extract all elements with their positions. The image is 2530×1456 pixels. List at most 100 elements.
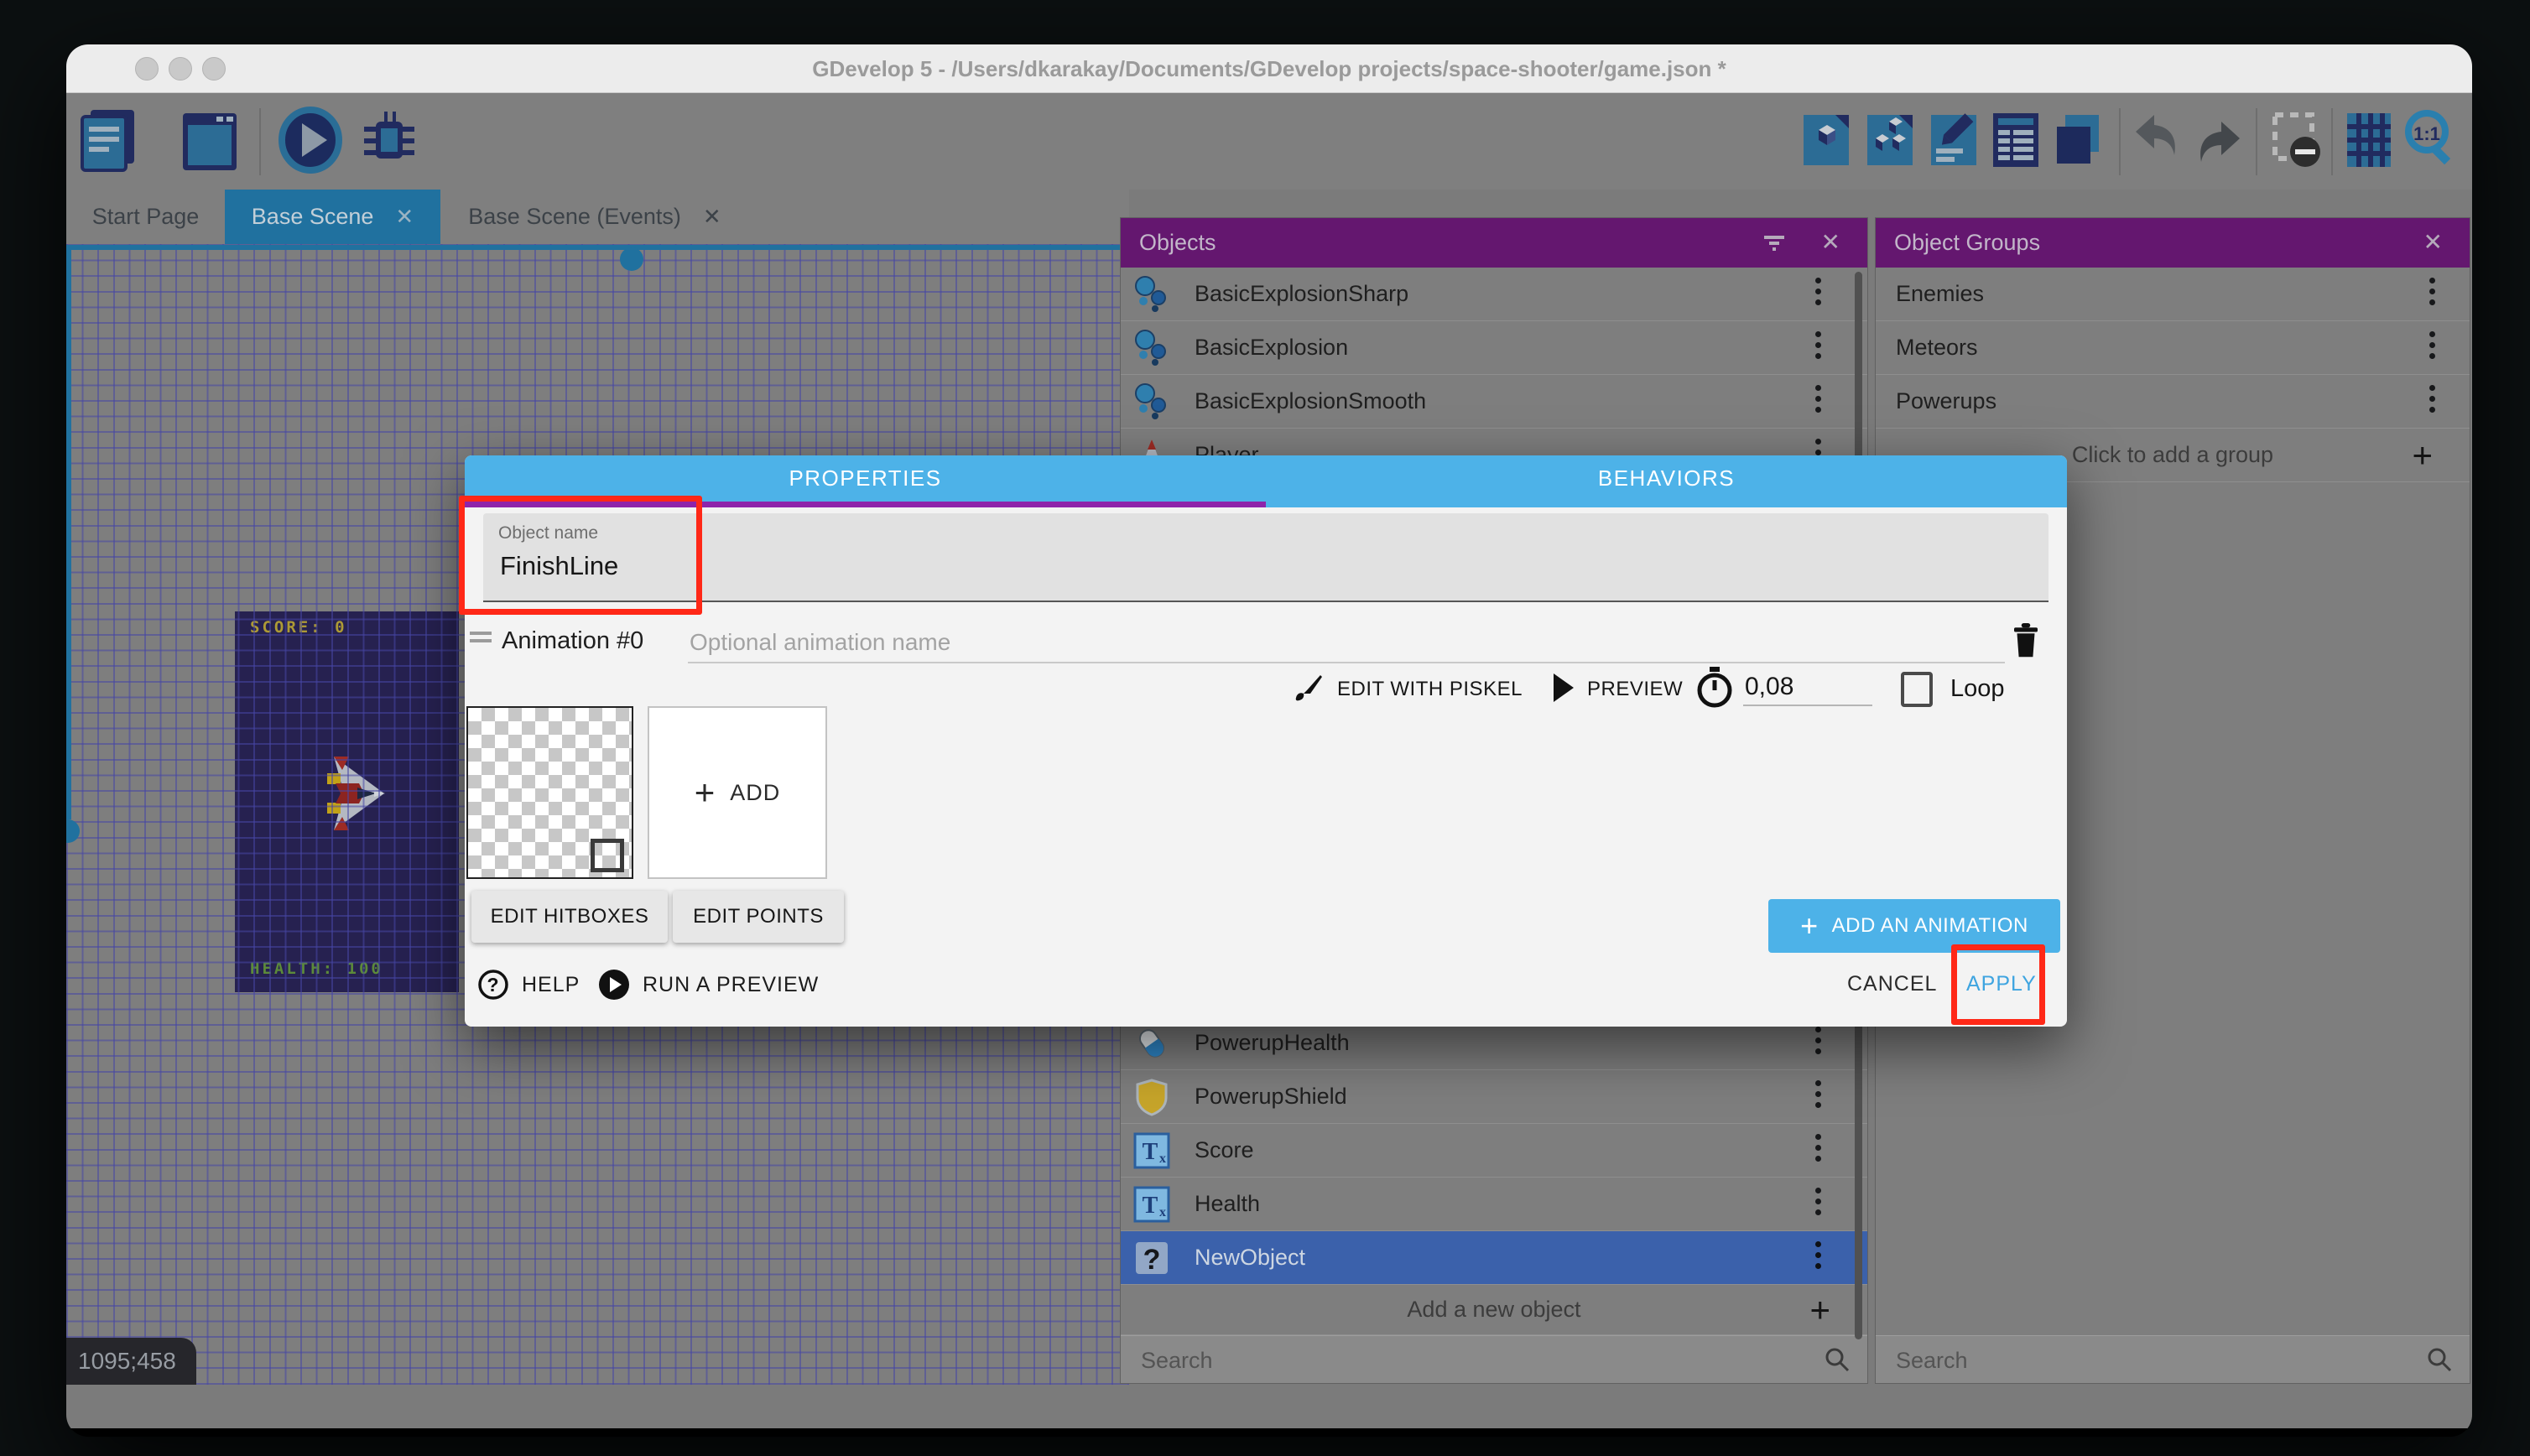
object-row[interactable]: Tx Health	[1121, 1178, 1867, 1231]
tab-base-scene[interactable]: Base Scene ✕	[225, 190, 440, 244]
add-frame-label: ADD	[730, 780, 780, 806]
play-circle-icon	[597, 968, 631, 1001]
tab-start-page[interactable]: Start Page	[66, 190, 225, 244]
tab-label: Base Scene (Events)	[468, 204, 681, 230]
object-row[interactable]: BasicExplosion	[1121, 321, 1867, 375]
object-row[interactable]: BasicExplosionSharp	[1121, 268, 1867, 321]
group-row[interactable]: Powerups	[1876, 375, 2470, 429]
object-row-selected[interactable]: ? NewObject	[1121, 1231, 1867, 1285]
cancel-button[interactable]: CANCEL	[1847, 972, 1937, 996]
edit-hitboxes-button[interactable]: EDIT HITBOXES	[471, 891, 668, 943]
toolbar-divider	[2119, 108, 2121, 175]
frame-duration-input[interactable]	[1743, 672, 1872, 706]
run-a-preview-button[interactable]: RUN A PREVIEW	[597, 965, 819, 1004]
tab-base-scene-events[interactable]: Base Scene (Events) ✕	[440, 190, 749, 244]
toggle-grid-icon[interactable]	[2342, 105, 2396, 177]
object-groups-panel-title: Object Groups	[1894, 230, 2040, 256]
instances-list-icon[interactable]	[1864, 105, 1916, 177]
scene-properties-icon[interactable]	[1928, 105, 1980, 177]
redo-icon[interactable]	[2191, 105, 2246, 177]
drag-handle-icon[interactable]	[470, 632, 492, 643]
row-menu-icon[interactable]	[1815, 1241, 1822, 1275]
add-frame-button[interactable]: + ADD	[648, 706, 827, 879]
group-row[interactable]: Enemies	[1876, 268, 2470, 321]
edit-points-button[interactable]: EDIT POINTS	[673, 891, 844, 943]
groups-search-bar	[1876, 1335, 2470, 1383]
canvas-horizontal-scrollbar[interactable]	[66, 245, 1129, 250]
row-menu-icon[interactable]	[2429, 331, 2436, 365]
svg-text:?: ?	[1143, 1244, 1161, 1276]
brush-icon[interactable]	[1292, 672, 1324, 708]
text-object-icon: Tx	[1132, 1131, 1171, 1170]
edit-with-piskel-button[interactable]: EDIT WITH PISKEL	[1337, 678, 1523, 701]
preview-button[interactable]: PREVIEW	[1587, 678, 1683, 701]
object-row[interactable]: Tx Score	[1121, 1124, 1867, 1178]
layers-icon[interactable]	[2052, 105, 2104, 177]
objects-editor-icon[interactable]	[1800, 105, 1852, 177]
dialog-tab-behaviors[interactable]: BEHAVIORS	[1266, 455, 2067, 502]
start-page-icon[interactable]	[173, 105, 243, 177]
debug-icon[interactable]	[354, 105, 424, 177]
row-menu-icon[interactable]	[2429, 278, 2436, 311]
frame-select-checkbox[interactable]	[591, 839, 624, 872]
animation-name-input[interactable]	[688, 623, 2005, 663]
canvas-vertical-scrollbar[interactable]	[66, 249, 71, 819]
close-panel-icon[interactable]: ✕	[1821, 228, 1840, 256]
toggle-mask-icon[interactable]	[2268, 105, 2324, 177]
dialog-tab-properties[interactable]: PROPERTIES	[465, 455, 1266, 502]
add-object-row[interactable]: Add a new object +	[1121, 1285, 1867, 1335]
row-menu-icon[interactable]	[1815, 278, 1822, 311]
object-label: PowerupShield	[1195, 1084, 1347, 1110]
project-manager-icon[interactable]	[74, 105, 144, 177]
delete-animation-icon[interactable]	[2008, 620, 2043, 666]
object-groups-panel-header: Object Groups ✕	[1876, 218, 2470, 268]
frame-thumbnail[interactable]	[466, 706, 633, 879]
object-name-field[interactable]: Object name	[483, 513, 2048, 602]
toolbar-divider	[2331, 108, 2333, 175]
player-ship-sprite[interactable]	[319, 750, 386, 841]
help-button[interactable]: ? HELP	[476, 965, 580, 1004]
filter-icon[interactable]	[1762, 231, 1787, 259]
undo-icon[interactable]	[2129, 105, 2184, 177]
row-menu-icon[interactable]	[2429, 385, 2436, 419]
play-preview-icon[interactable]	[275, 105, 346, 177]
objects-panel-header: Objects ✕	[1121, 218, 1867, 268]
window-title: GDevelop 5 - /Users/dkarakay/Documents/G…	[66, 56, 2472, 82]
add-object-label: Add a new object	[1407, 1297, 1580, 1323]
close-panel-icon[interactable]: ✕	[2423, 228, 2443, 256]
groups-search-input[interactable]	[1894, 1341, 2314, 1380]
particles-icon	[1132, 382, 1171, 421]
close-tab-icon[interactable]: ✕	[395, 204, 414, 230]
row-menu-icon[interactable]	[1815, 385, 1822, 419]
instance-properties-icon[interactable]	[1990, 105, 2042, 177]
group-row[interactable]: Meteors	[1876, 321, 2470, 375]
animation-label: Animation #0	[502, 627, 643, 655]
canvas-horizontal-scrollbar-thumb[interactable]	[620, 247, 643, 271]
loop-checkbox[interactable]	[1901, 672, 1933, 707]
run-preview-label: RUN A PREVIEW	[643, 973, 819, 997]
objects-search-input[interactable]	[1139, 1341, 1665, 1380]
play-icon[interactable]	[1550, 672, 1577, 708]
cursor-coordinates-badge: 1095;458	[66, 1338, 196, 1385]
object-row[interactable]: PowerupShield	[1121, 1070, 1867, 1124]
object-row[interactable]: BasicExplosionSmooth	[1121, 375, 1867, 429]
row-menu-icon[interactable]	[1815, 1188, 1822, 1221]
row-menu-icon[interactable]	[1815, 1027, 1822, 1060]
svg-text:x: x	[1159, 1205, 1166, 1219]
svg-text:T: T	[1143, 1139, 1158, 1165]
canvas-vertical-scrollbar-thumb[interactable]	[66, 819, 80, 843]
row-menu-icon[interactable]	[1815, 1134, 1822, 1167]
row-menu-icon[interactable]	[1815, 331, 1822, 365]
titlebar: GDevelop 5 - /Users/dkarakay/Documents/G…	[66, 44, 2472, 93]
plus-icon[interactable]: +	[1809, 1292, 1830, 1328]
tab-label: Start Page	[92, 204, 200, 230]
group-label: Meteors	[1896, 335, 1978, 361]
object-label: Score	[1195, 1137, 1254, 1163]
plus-icon[interactable]: +	[2412, 438, 2433, 473]
close-tab-icon[interactable]: ✕	[703, 204, 721, 230]
toolbar-divider	[2256, 108, 2257, 175]
svg-text:x: x	[1159, 1152, 1166, 1166]
row-menu-icon[interactable]	[1815, 1080, 1822, 1114]
object-editor-dialog: PROPERTIES BEHAVIORS Object name Animati…	[465, 455, 2067, 1027]
zoom-original-icon[interactable]: 1:1	[2403, 105, 2459, 177]
